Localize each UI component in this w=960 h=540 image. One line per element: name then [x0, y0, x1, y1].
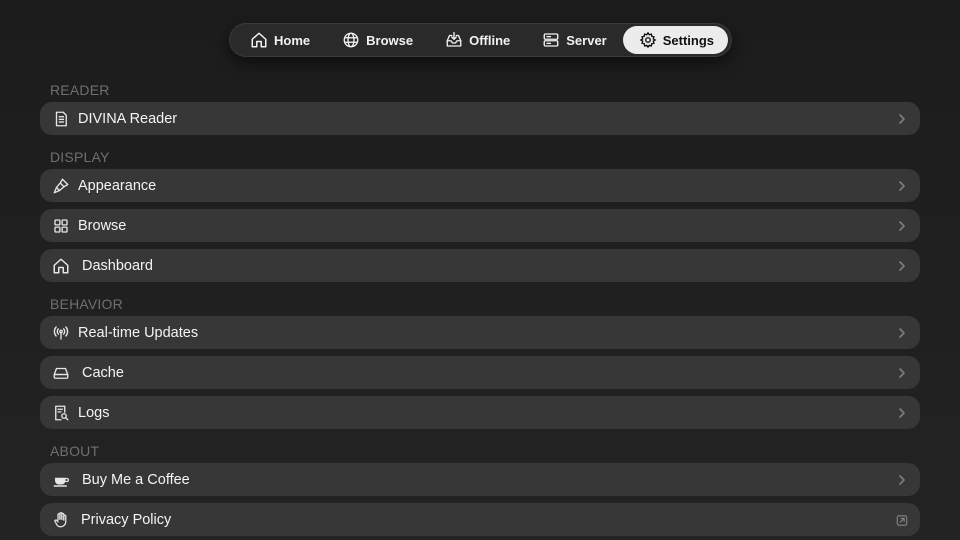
document-icon	[52, 110, 70, 128]
chevron-right-icon	[896, 260, 908, 272]
top-tab-bar: Home Browse Offline Server Settings	[229, 23, 732, 57]
server-icon	[542, 31, 560, 49]
globe-icon	[342, 31, 360, 49]
settings-row-label: Browse	[78, 217, 127, 234]
section-header-reader: READER	[50, 82, 110, 98]
home-icon	[52, 257, 72, 275]
chevron-right-icon	[896, 327, 908, 339]
settings-row-label: Dashboard	[82, 257, 153, 274]
chevron-right-icon	[896, 180, 908, 192]
settings-row-dashboard[interactable]: Dashboard	[40, 249, 920, 282]
coffee-cup-icon	[52, 471, 72, 489]
settings-row-label: DIVINA Reader	[78, 110, 178, 127]
drive-icon	[52, 364, 72, 382]
antenna-icon	[52, 324, 70, 342]
log-search-icon	[52, 404, 70, 422]
chevron-right-icon	[896, 407, 908, 419]
tab-server-label: Server	[566, 32, 607, 48]
section-header-display: DISPLAY	[50, 149, 110, 165]
settings-row-label: Real-time Updates	[78, 324, 199, 341]
settings-row-realtime-updates[interactable]: Real-time Updates	[40, 316, 920, 349]
settings-row-browse[interactable]: Browse	[40, 209, 920, 242]
tab-browse[interactable]: Browse	[326, 26, 427, 54]
settings-row-label: Buy Me a Coffee	[82, 471, 190, 488]
tab-offline[interactable]: Offline	[429, 26, 524, 54]
settings-row-divina-reader[interactable]: DIVINA Reader	[40, 102, 920, 135]
external-link-icon	[896, 514, 908, 526]
settings-row-label: Appearance	[78, 177, 157, 194]
tab-home[interactable]: Home	[234, 26, 324, 54]
paintbrush-icon	[52, 177, 70, 195]
tab-settings[interactable]: Settings	[622, 26, 729, 54]
chevron-right-icon	[896, 474, 908, 486]
settings-row-label: Logs	[78, 404, 110, 421]
tab-server[interactable]: Server	[526, 26, 620, 54]
grid-icon	[52, 217, 70, 235]
settings-row-cache[interactable]: Cache	[40, 356, 920, 389]
tab-settings-label: Settings	[662, 32, 715, 48]
tab-browse-label: Browse	[366, 32, 414, 48]
chevron-right-icon	[896, 113, 908, 125]
settings-row-buy-me-a-coffee[interactable]: Buy Me a Coffee	[40, 463, 920, 496]
settings-screen: Home Browse Offline Server Settings READ…	[0, 0, 960, 540]
settings-row-label: Privacy Policy	[81, 511, 172, 528]
settings-row-privacy-policy[interactable]: Privacy Policy	[40, 503, 920, 536]
settings-row-logs[interactable]: Logs	[40, 396, 920, 429]
chevron-right-icon	[896, 367, 908, 379]
hand-icon	[52, 511, 72, 529]
download-tray-icon	[445, 31, 463, 49]
tab-offline-label: Offline	[469, 32, 511, 48]
settings-row-appearance[interactable]: Appearance	[40, 169, 920, 202]
section-header-about: ABOUT	[50, 443, 100, 459]
home-icon	[250, 31, 268, 49]
section-header-behavior: BEHAVIOR	[50, 296, 123, 312]
tab-home-label: Home	[274, 32, 311, 48]
chevron-right-icon	[896, 220, 908, 232]
gear-icon	[639, 31, 657, 49]
settings-row-label: Cache	[82, 364, 124, 381]
